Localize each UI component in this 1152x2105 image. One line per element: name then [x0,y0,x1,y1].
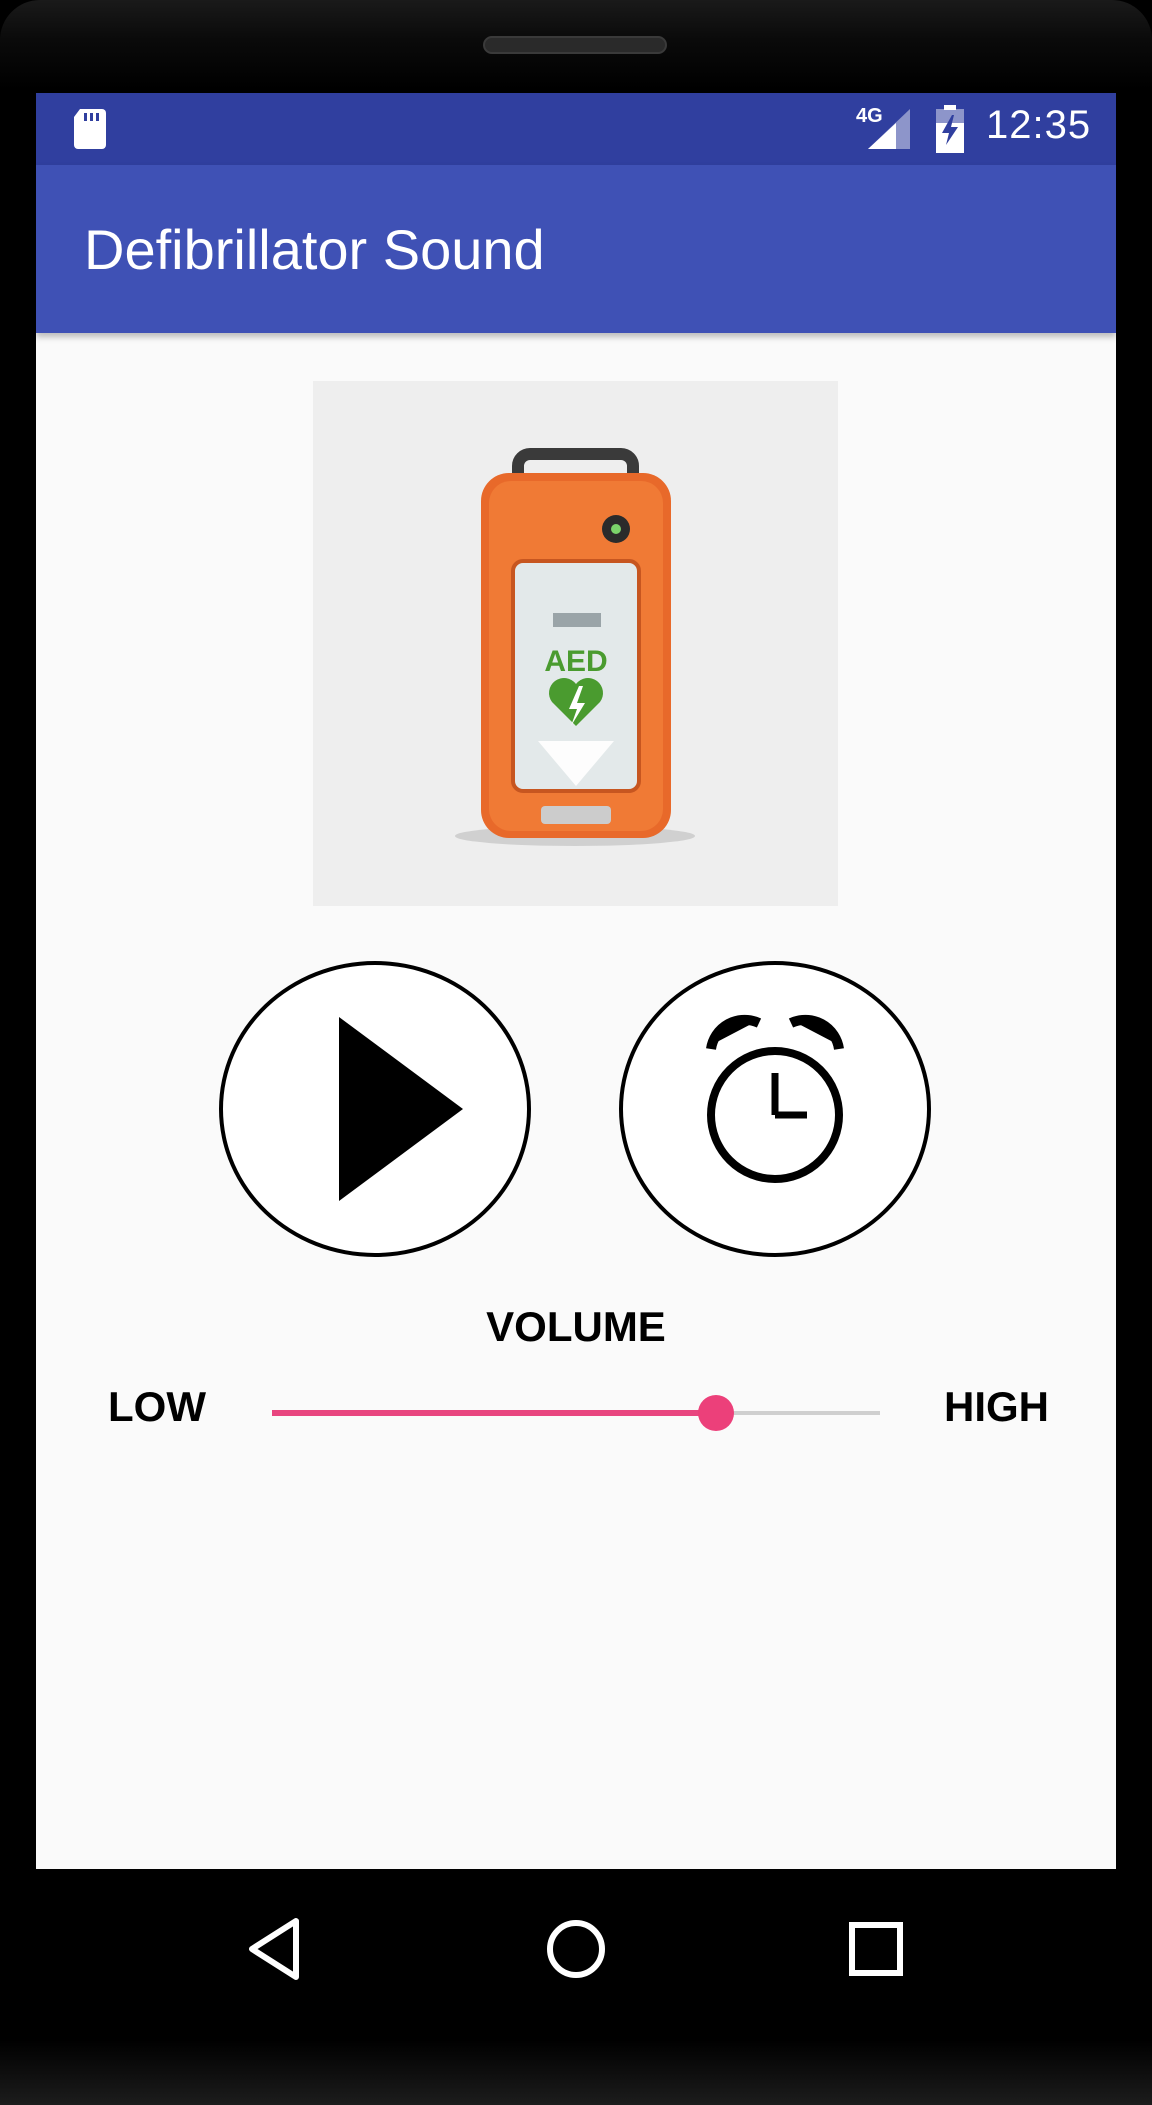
volume-low-label: LOW [108,1383,206,1430]
earpiece-speaker [483,36,667,54]
aed-device-image: AED [313,381,838,906]
device-label: AED [544,645,607,678]
navigation-bar [0,1869,1152,2045]
app-bar: Defibrillator Sound [36,165,1116,333]
play-button[interactable] [219,961,531,1257]
screen: 4G 12:35 Defibrillator Sound AED VOLUME … [36,93,1116,1869]
volume-label: VOLUME [486,1303,666,1350]
play-icon [339,1017,463,1201]
status-bar: 4G 12:35 [36,93,1116,165]
home-circle-icon[interactable] [536,1909,616,1989]
slider-fill [272,1410,716,1416]
recent-square-icon[interactable] [836,1909,916,1989]
alarm-timer-button[interactable] [619,961,931,1257]
phone-frame: 4G 12:35 Defibrillator Sound AED VOLUME … [0,0,1152,2105]
app-title: Defibrillator Sound [84,218,545,281]
back-triangle-icon[interactable] [236,1909,316,1989]
signal-icon [868,109,910,149]
battery-charging-icon [936,105,964,153]
slider-thumb[interactable] [697,1395,734,1431]
status-clock: 12:35 [986,103,1092,147]
volume-high-label: HIGH [944,1383,1049,1430]
alarm-clock-icon [706,1014,844,1183]
volume-slider[interactable] [272,1393,880,1433]
sd-card-icon [74,109,106,149]
